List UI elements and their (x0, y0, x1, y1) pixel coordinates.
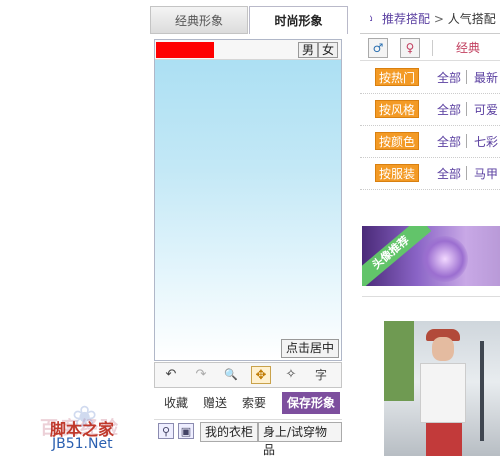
gender-female-button[interactable]: 女 (318, 42, 338, 58)
female-avatar-icon[interactable]: ♀ (400, 38, 420, 58)
photo-head (432, 337, 454, 361)
filter-option-link[interactable]: 可爱 (474, 101, 498, 118)
row-divider (466, 70, 467, 84)
breadcrumb-current: 人气搭配 (447, 12, 496, 26)
text-tool-button[interactable]: 字 (311, 366, 331, 384)
row-divider (466, 166, 467, 180)
try-on-items-button[interactable]: 身上/试穿物品 (258, 422, 342, 456)
breadcrumb-separator: > (433, 12, 444, 26)
zoom-icon[interactable]: 🔍 (221, 366, 241, 384)
filter-option-link[interactable]: 最新 (474, 69, 498, 86)
filter-rows: 按热门 全部 最新 按风格 全部 可爱 按颜色 全部 七彩 按服装 全部 马甲 (360, 62, 500, 190)
redacted-name-bar (156, 42, 214, 58)
filter-all-link[interactable]: 全部 (437, 165, 461, 182)
filter-option-link[interactable]: 七彩 (474, 133, 498, 150)
filter-all-link[interactable]: 全部 (437, 133, 461, 150)
preview-header: 男 女 (155, 40, 341, 60)
gender-male-button[interactable]: 男 (298, 42, 318, 58)
classic-filter-link[interactable]: 经典 (456, 34, 480, 62)
avatar-recommend-banner[interactable]: 头像推荐 (362, 226, 500, 286)
photo-tree (384, 321, 414, 401)
filter-tag-clothing: 按服装 (375, 164, 420, 182)
photo-icon[interactable]: ▣ (178, 423, 194, 439)
row-divider (466, 102, 467, 116)
filter-row: 按风格 全部 可爱 (360, 94, 500, 126)
filter-tag-popular: 按热门 (375, 68, 420, 86)
breadcrumb: ⌂ 推荐搭配 > 人气搭配 (370, 10, 500, 28)
editor-toolbar: ↶ ↷ 🔍 ✥ ✧ 字 (154, 362, 342, 388)
filter-row: 按颜色 全部 七彩 (360, 126, 500, 158)
request-button[interactable]: 索要 (242, 393, 266, 413)
filter-tag-color: 按颜色 (375, 132, 420, 150)
gender-filter-bar: ♂ ♀ 经典 (360, 33, 500, 61)
row-divider (466, 134, 467, 148)
home-icon[interactable]: ⌂ (370, 12, 378, 24)
save-look-button[interactable]: 保存形象 (282, 392, 340, 414)
photo-shirt (420, 363, 466, 423)
flower-graphic (422, 236, 468, 282)
magic-wand-icon[interactable]: ✧ (281, 366, 301, 384)
filter-row: 按服装 全部 马甲 (360, 158, 500, 190)
breadcrumb-recommended-link[interactable]: 推荐搭配 (370, 12, 430, 26)
style-tabs: 经典形象 时尚形象 (150, 6, 348, 34)
watermark-url: JB51.Net (52, 436, 113, 452)
banner-ribbon: 头像推荐 (362, 226, 432, 286)
outfit-photo[interactable] (384, 321, 500, 456)
filter-all-link[interactable]: 全部 (437, 101, 461, 118)
filter-row: 按热门 全部 最新 (360, 62, 500, 94)
wardrobe-bar: ⚲ ▣ 我的衣柜 身上/试穿物品 (154, 419, 342, 456)
tab-fashion-look[interactable]: 时尚形象 (249, 6, 348, 34)
outfit-card[interactable] (362, 296, 500, 456)
filter-option-link[interactable]: 马甲 (474, 165, 498, 182)
site-watermark: 百度经验 ❀ 脚本之家 JB51.Net (0, 398, 170, 456)
filter-divider (432, 40, 433, 56)
male-avatar-icon[interactable]: ♂ (368, 38, 388, 58)
center-avatar-button[interactable]: 点击居中 (280, 339, 339, 358)
photo-lamp-post (480, 341, 484, 441)
my-wardrobe-button[interactable]: 我的衣柜 (200, 422, 259, 442)
avatar-editor-panel: 经典形象 时尚形象 男 女 点击居中 ↶ ↷ 🔍 ✥ ✧ 字 收藏 赠送 索要 … (150, 6, 348, 456)
gift-button[interactable]: 赠送 (203, 393, 227, 413)
photo-pants (426, 423, 462, 456)
move-icon[interactable]: ✥ (251, 366, 271, 384)
undo-icon[interactable]: ↶ (161, 366, 181, 384)
tab-classic-look[interactable]: 经典形象 (150, 6, 248, 34)
redo-icon[interactable]: ↷ (191, 366, 211, 384)
filter-tag-style: 按风格 (375, 100, 420, 118)
avatar-actions: 收藏 赠送 索要 保存形象 (154, 391, 342, 415)
filter-all-link[interactable]: 全部 (437, 69, 461, 86)
avatar-preview-area[interactable]: 男 女 点击居中 (154, 39, 342, 361)
